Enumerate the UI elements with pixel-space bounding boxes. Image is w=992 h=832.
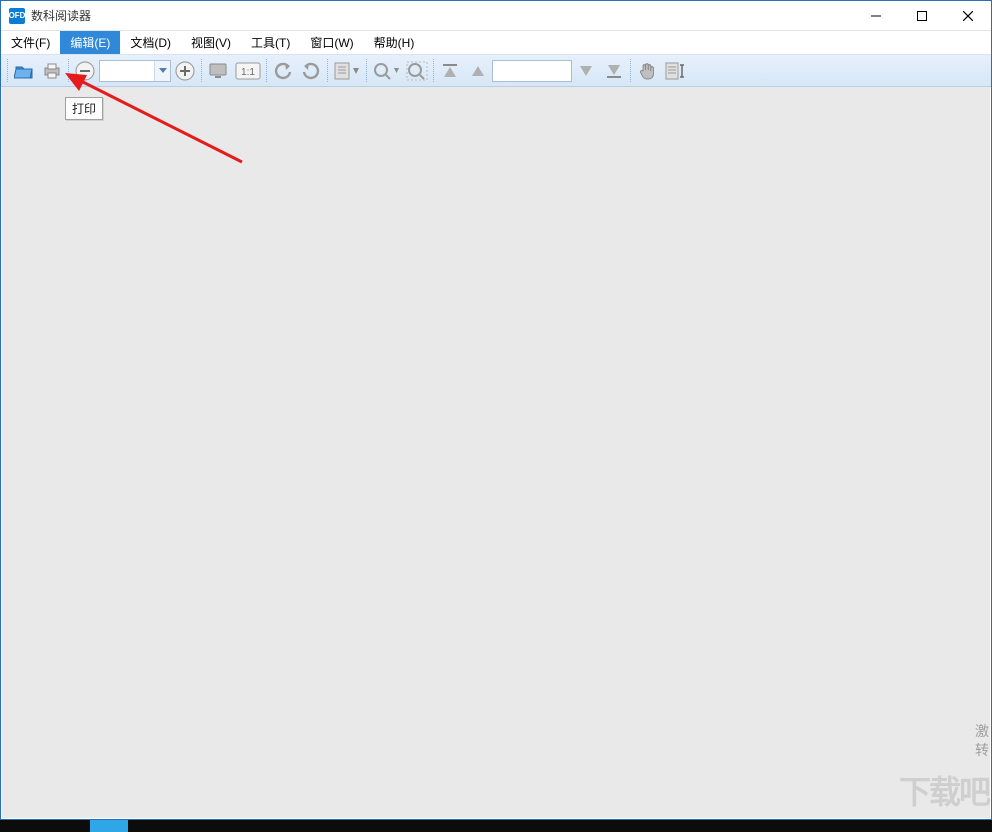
maximize-button[interactable] — [899, 1, 945, 30]
one-to-one-icon: 1:1 — [235, 62, 261, 80]
print-button[interactable] — [39, 59, 65, 83]
document-viewport[interactable] — [2, 87, 990, 818]
menu-help[interactable]: 帮助(H) — [364, 31, 425, 54]
tooltip-print: 打印 — [65, 97, 103, 120]
select-text-button[interactable] — [662, 59, 688, 83]
app-icon: OFD — [9, 8, 25, 24]
menu-window[interactable]: 窗口(W) — [300, 31, 363, 54]
window-title: 数科阅读器 — [31, 7, 91, 24]
toolbar-separator — [266, 59, 267, 82]
zoom-dropdown-button[interactable] — [154, 61, 170, 81]
last-page-icon — [605, 63, 623, 79]
toolbar-separator — [68, 59, 69, 82]
app-icon-label: OFD — [9, 11, 26, 20]
text-select-icon — [664, 61, 686, 81]
menu-bar: 文件(F) 编辑(E) 文档(D) 视图(V) 工具(T) 窗口(W) 帮助(H… — [1, 31, 991, 55]
first-page-icon — [441, 63, 459, 79]
svg-text:1:1: 1:1 — [241, 67, 255, 78]
hand-tool-button[interactable] — [634, 59, 660, 83]
menu-view[interactable]: 视图(V) — [181, 31, 241, 54]
watermark-line2: 转 — [975, 741, 989, 761]
toolbar-separator — [366, 59, 367, 82]
find-button[interactable] — [370, 59, 402, 83]
plus-circle-icon — [174, 60, 196, 82]
arrow-up-icon — [469, 63, 487, 79]
fullscreen-button[interactable] — [205, 59, 231, 83]
zoom-in-button[interactable] — [172, 59, 198, 83]
window-controls — [853, 1, 991, 30]
previous-page-button[interactable] — [465, 59, 491, 83]
toolbar-separator — [201, 59, 202, 82]
minimize-button[interactable] — [853, 1, 899, 30]
monitor-icon — [208, 63, 228, 79]
menu-file[interactable]: 文件(F) — [1, 31, 60, 54]
toolbar-separator — [7, 59, 8, 82]
arrow-down-icon — [577, 63, 595, 79]
last-page-button[interactable] — [601, 59, 627, 83]
rotate-right-button[interactable] — [298, 59, 324, 83]
next-page-button[interactable] — [573, 59, 599, 83]
toolbar: 1:1 — [1, 55, 991, 87]
page-layout-icon — [333, 62, 361, 80]
toolbar-separator — [630, 59, 631, 82]
app-window: OFD 数科阅读器 文件(F) 编辑(E) 文档(D) 视图(V) 工具(T) … — [0, 0, 992, 820]
page-layout-button[interactable] — [331, 59, 363, 83]
minus-circle-icon — [74, 60, 96, 82]
zoom-out-button[interactable] — [72, 59, 98, 83]
rotate-cw-icon — [301, 61, 321, 81]
menu-tools[interactable]: 工具(T) — [241, 31, 300, 54]
actual-size-button[interactable]: 1:1 — [233, 59, 263, 83]
rotate-ccw-icon — [273, 61, 293, 81]
hand-icon — [637, 61, 657, 81]
title-bar: OFD 数科阅读器 — [1, 1, 991, 31]
magnifier-dashed-icon — [406, 61, 428, 81]
close-button[interactable] — [945, 1, 991, 30]
watermark-line1: 激 — [975, 722, 989, 742]
first-page-button[interactable] — [437, 59, 463, 83]
folder-open-icon — [14, 62, 34, 80]
rotate-left-button[interactable] — [270, 59, 296, 83]
toolbar-separator — [433, 59, 434, 82]
toolbar-separator — [327, 59, 328, 82]
taskbar-active-app[interactable] — [90, 820, 128, 832]
menu-edit[interactable]: 编辑(E) — [60, 31, 120, 54]
menu-document[interactable]: 文档(D) — [120, 31, 181, 54]
taskbar — [0, 820, 992, 832]
open-button[interactable] — [11, 59, 37, 83]
printer-icon — [42, 62, 62, 80]
zoom-region-button[interactable] — [404, 59, 430, 83]
activation-watermark: 激 转 — [975, 722, 989, 761]
zoom-combo[interactable] — [99, 60, 171, 82]
search-icon — [372, 61, 400, 81]
page-number-field[interactable] — [492, 60, 572, 82]
chevron-down-icon — [159, 68, 167, 74]
